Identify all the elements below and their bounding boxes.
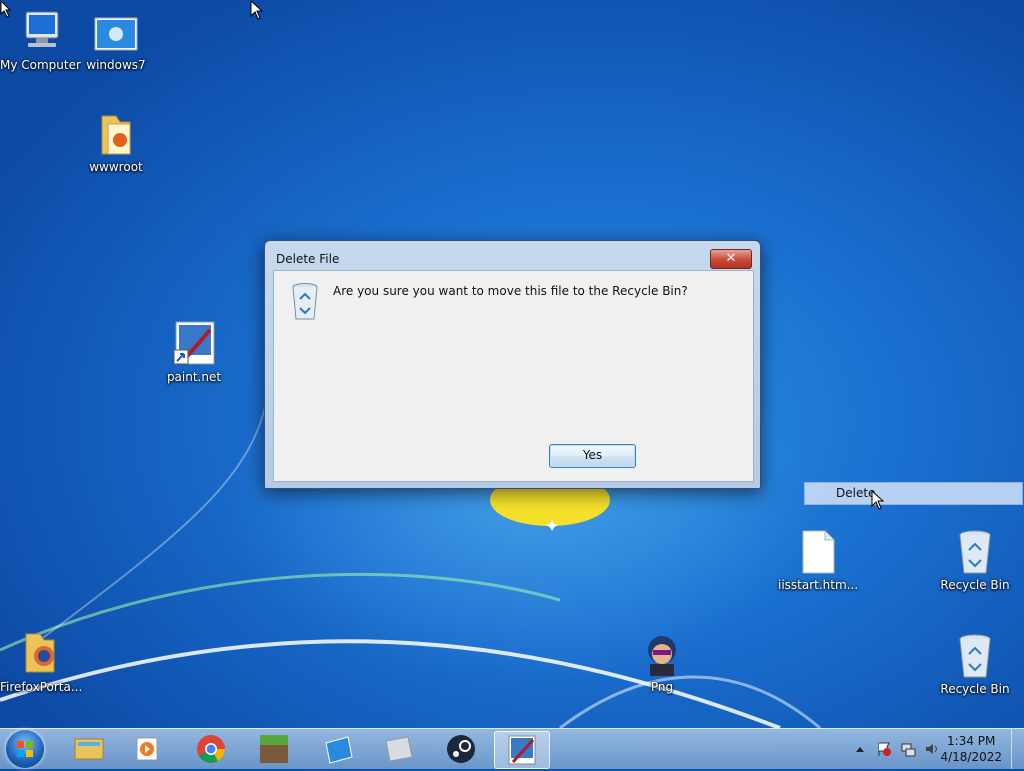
- app-icon: [385, 736, 413, 762]
- dialog-message: Are you sure you want to move this file …: [333, 284, 688, 298]
- volume-icon[interactable]: [924, 741, 940, 757]
- recycle-bin-icon: [951, 528, 999, 576]
- desktop-icon-label: Recycle Bin: [940, 578, 1010, 592]
- close-button[interactable]: ✕: [710, 249, 752, 269]
- chevron-up-icon: [856, 747, 864, 752]
- roblox-icon: [325, 736, 353, 764]
- desktop-icon-label: FirefoxPorta...: [0, 680, 83, 694]
- windows-logo-icon: [17, 741, 33, 757]
- taskbar-minecraft[interactable]: [247, 731, 301, 767]
- desktop-icon-wwwroot[interactable]: wwwroot: [76, 110, 156, 174]
- file-explorer-icon: [74, 738, 104, 760]
- desktop-icon-my-computer[interactable]: My Computer: [0, 8, 81, 72]
- mouse-cursor-icon: [871, 490, 885, 510]
- desktop-icon-recycle-bin[interactable]: Recycle Bin: [935, 632, 1015, 696]
- desktop-icon-paintnet[interactable]: paint.net: [154, 320, 234, 384]
- media-player-icon: [136, 737, 158, 761]
- desktop-icon-label: Png: [650, 680, 674, 694]
- context-menu-delete[interactable]: Delete: [804, 482, 1023, 505]
- taskbar: 1:34 PM 4/18/2022: [0, 728, 1024, 769]
- taskbar-steam[interactable]: [434, 731, 488, 767]
- mouse-cursor-icon: [250, 0, 264, 20]
- folder-icon: [92, 110, 140, 158]
- dialog-body: Are you sure you want to move this file …: [273, 270, 754, 482]
- taskbar-app[interactable]: [372, 731, 426, 767]
- show-hidden-icons-button[interactable]: [852, 741, 868, 757]
- start-button[interactable]: [6, 730, 44, 768]
- image-file-icon: [92, 8, 140, 56]
- minecraft-icon: [260, 735, 288, 763]
- system-tray: 1:34 PM 4/18/2022: [834, 729, 1024, 769]
- paintnet-icon: [170, 320, 218, 368]
- yes-button[interactable]: Yes: [549, 444, 636, 468]
- desktop: ✦ My Computer windows7 wwwroot paint.net…: [0, 0, 1024, 728]
- avatar-image-icon: [638, 630, 686, 678]
- desktop-icon-firefox-portable[interactable]: FirefoxPorta...: [0, 630, 83, 694]
- desktop-icon-label: My Computer: [0, 58, 81, 72]
- computer-icon: [16, 8, 64, 56]
- clock[interactable]: 1:34 PM 4/18/2022: [940, 733, 1002, 765]
- context-menu-delete-label: Delete: [836, 486, 876, 500]
- paintnet-icon: [508, 735, 536, 765]
- desktop-icon-label: windows7: [86, 58, 146, 72]
- recycle-bin-icon: [288, 281, 322, 321]
- clock-time: 1:34 PM: [947, 734, 996, 748]
- desktop-icon-windows7[interactable]: windows7: [76, 8, 156, 72]
- taskbar-paintnet[interactable]: [494, 731, 550, 769]
- desktop-icon-recycle-bin[interactable]: Recycle Bin: [935, 528, 1015, 592]
- network-icon[interactable]: [900, 741, 916, 757]
- recycle-bin-icon: [951, 632, 999, 680]
- chrome-icon: [197, 735, 225, 763]
- taskbar-file-explorer[interactable]: [62, 731, 116, 767]
- show-desktop-button[interactable]: [1011, 729, 1024, 769]
- svg-text:✦: ✦: [544, 516, 559, 537]
- clock-date: 4/18/2022: [940, 750, 1002, 764]
- steam-icon: [447, 735, 475, 763]
- html-file-icon: [794, 528, 842, 576]
- mouse-cursor-icon: [0, 0, 12, 18]
- action-center-icon[interactable]: [876, 741, 892, 757]
- dialog-title: Delete File: [276, 252, 340, 266]
- taskbar-media-player[interactable]: [120, 731, 174, 767]
- delete-file-dialog: Delete File ✕ Are you sure you want to m…: [264, 240, 761, 489]
- desktop-icon-label: wwwroot: [89, 160, 143, 174]
- desktop-icon-label: paint.net: [166, 370, 222, 384]
- desktop-icon-iisstart[interactable]: iisstart.htm...: [778, 528, 858, 592]
- desktop-icon-label: Recycle Bin: [940, 682, 1010, 696]
- desktop-icon-png[interactable]: Png: [622, 630, 702, 694]
- folder-icon: [16, 630, 64, 678]
- taskbar-chrome[interactable]: [184, 731, 238, 767]
- taskbar-roblox[interactable]: [310, 731, 364, 767]
- desktop-icon-label: iisstart.htm...: [778, 578, 859, 592]
